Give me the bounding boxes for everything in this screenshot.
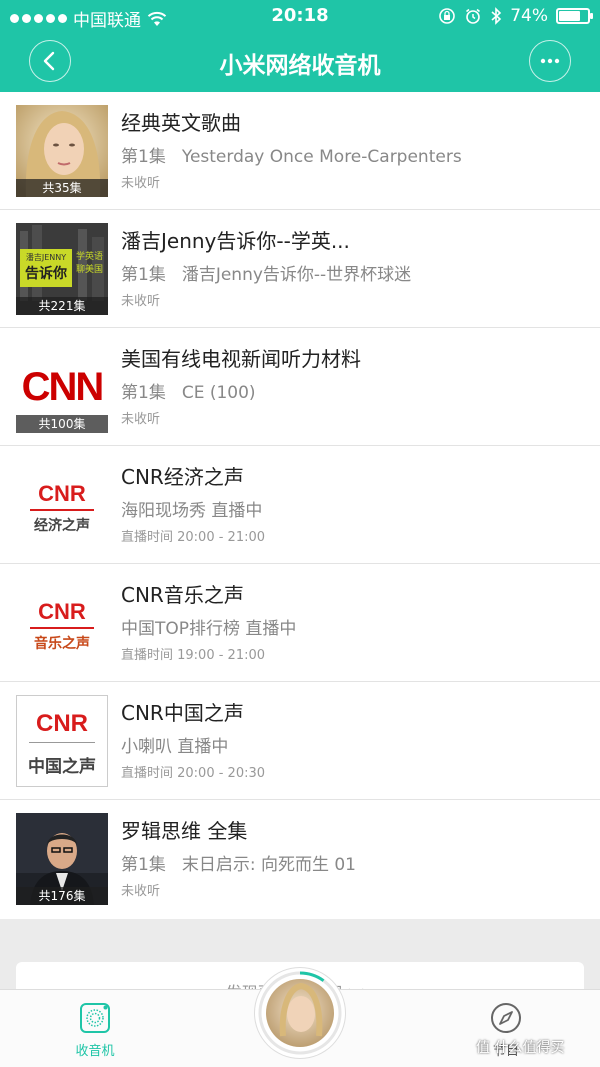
listen-status: 未收听 [121, 294, 161, 309]
logo-divider [30, 509, 94, 511]
listen-status: 未收听 [121, 884, 161, 899]
logo-line: 聊美国 [76, 265, 104, 275]
episode-title: Yesterday Once More-Carpenters [181, 147, 462, 167]
program-subtitle: 中国TOP排行榜 直播中 [121, 619, 297, 639]
logo-divider [29, 742, 95, 743]
cnn-logo: CNN [21, 365, 105, 409]
episode-label: 第1集 [121, 383, 166, 403]
list-item[interactable]: 共35集 经典英文歌曲 第1集 Yesterday Once More-Carpe… [0, 92, 600, 210]
program-subtitle: 小喇叭 直播中 [121, 737, 229, 757]
program-title: CNR音乐之声 [121, 583, 244, 607]
episode-count: 共35集 [16, 179, 108, 197]
list-item[interactable]: CNN 共100集 美国有线电视新闻听力材料 第1集 CE (100) 未收听 [0, 328, 600, 446]
tab-radio[interactable]: 收音机 [50, 1002, 140, 1059]
program-title: 潘吉Jenny告诉你--学英... [121, 229, 350, 253]
list-item[interactable]: CNR 音乐之声 CNR音乐之声 中国TOP排行榜 直播中 直播时间 19:00… [0, 564, 600, 682]
now-playing-progress-ring [258, 971, 342, 1055]
program-title: 美国有线电视新闻听力材料 [121, 347, 361, 371]
episode-label: 第1集 [121, 265, 166, 285]
program-title: 罗辑思维 全集 [121, 819, 248, 843]
list-item[interactable]: 共176集 罗辑思维 全集 第1集 末日启示: 向死而生 01 未收听 [0, 800, 600, 919]
logo-line: 告诉你 [25, 266, 67, 282]
episode-title: 潘吉Jenny告诉你--世界杯球迷 [181, 265, 412, 285]
station-logo-name: 中国之声 [28, 757, 96, 777]
episode-count: 共221集 [16, 297, 108, 315]
station-logo: CNR 经济之声 [16, 459, 108, 551]
program-title: CNR经济之声 [121, 465, 244, 489]
station-logo-name: 经济之声 [34, 518, 90, 534]
program-cover: 共35集 [16, 105, 108, 197]
episode-count: 共176集 [16, 887, 108, 905]
episode-label: 第1集 [121, 147, 166, 167]
page-title: 小米网络收音机 [219, 53, 381, 79]
episode-count: 共100集 [16, 415, 108, 433]
program-subtitle: 第1集 末日启示: 向死而生 01 [121, 850, 356, 875]
logo-panel: 潘吉JENNY 告诉你 [20, 249, 72, 287]
nav-bar: 小米网络收音机 [0, 34, 600, 92]
station-logo: CNR 中国之声 [16, 695, 108, 787]
listen-status: 未收听 [121, 412, 161, 427]
broadcast-time: 直播时间 20:00 - 21:00 [121, 530, 266, 545]
station-logo-name: 音乐之声 [34, 636, 90, 652]
cnr-logo: CNR [36, 710, 88, 737]
list-item[interactable]: CNR 经济之声 CNR经济之声 海阳现场秀 直播中 直播时间 20:00 - … [0, 446, 600, 564]
battery-icon [556, 8, 593, 24]
logo-divider [30, 627, 94, 629]
alarm-icon [466, 8, 481, 24]
program-subtitle: 海阳现场秀 直播中 [121, 501, 263, 521]
program-title: 经典英文歌曲 [121, 111, 241, 135]
program-subtitle: 第1集 CE (100) [121, 378, 256, 403]
radio-icon [80, 1003, 110, 1033]
episode-label: 第1集 [121, 855, 166, 875]
listen-status: 未收听 [121, 176, 161, 191]
program-subtitle: 第1集 Yesterday Once More-Carpenters [121, 142, 462, 167]
more-button[interactable] [529, 40, 571, 82]
status-bar: 中国联通 20:18 74% [0, 0, 600, 34]
bluetooth-icon [491, 7, 502, 25]
list-item[interactable]: CNR 中国之声 CNR中国之声 小喇叭 直播中 直播时间 20:00 - 20… [0, 682, 600, 800]
episode-title: 末日启示: 向死而生 01 [181, 855, 356, 875]
watermark: 值 什么值得买 [476, 1040, 565, 1056]
now-playing-button[interactable] [255, 968, 345, 1058]
tab-radio-label: 收音机 [75, 1044, 115, 1059]
broadcast-time: 直播时间 19:00 - 21:00 [121, 648, 266, 663]
program-cover: 潘吉JENNY 告诉你 学英语聊美国 共221集 [16, 223, 108, 315]
program-title: CNR中国之声 [121, 701, 244, 725]
more-dots-icon [540, 58, 559, 63]
cnr-logo: CNR [38, 599, 86, 624]
battery-percent: 74% [510, 6, 548, 26]
program-subtitle: 第1集 潘吉Jenny告诉你--世界杯球迷 [121, 260, 411, 285]
program-cover: CNN 共100集 [16, 341, 108, 433]
program-list: 共35集 经典英文歌曲 第1集 Yesterday Once More-Carpe… [0, 92, 600, 919]
rotation-lock-icon [439, 8, 456, 24]
station-logo: CNR 音乐之声 [16, 577, 108, 669]
battery-level [559, 11, 580, 21]
logo-tagline: 学英语 聊美国 [76, 251, 103, 277]
logo-line: 学英语 [76, 252, 104, 262]
episode-title: CE (100) [181, 383, 256, 403]
compass-icon [491, 1003, 521, 1033]
list-item[interactable]: 潘吉JENNY 告诉你 学英语聊美国 共221集 潘吉Jenny告诉你--学英.… [0, 210, 600, 328]
cnr-logo: CNR [38, 481, 86, 506]
program-cover: 共176集 [16, 813, 108, 905]
logo-line: 潘吉JENNY [25, 253, 67, 262]
broadcast-time: 直播时间 20:00 - 20:30 [121, 766, 266, 781]
